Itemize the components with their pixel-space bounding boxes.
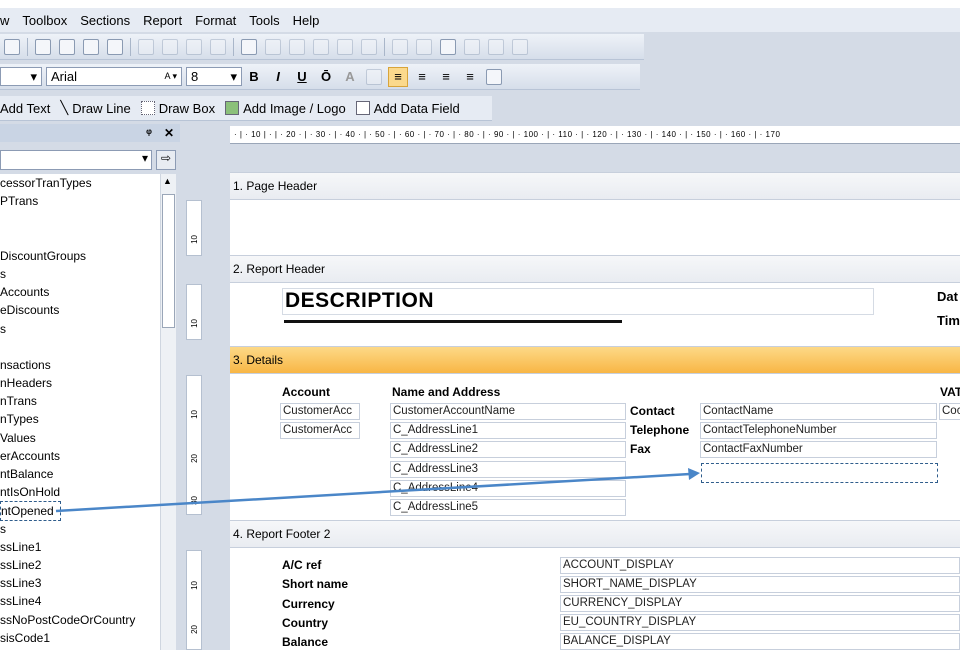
drag-arrow-line (55, 472, 691, 513)
drag-arrow (55, 468, 700, 513)
arrow-head-icon (688, 468, 700, 480)
